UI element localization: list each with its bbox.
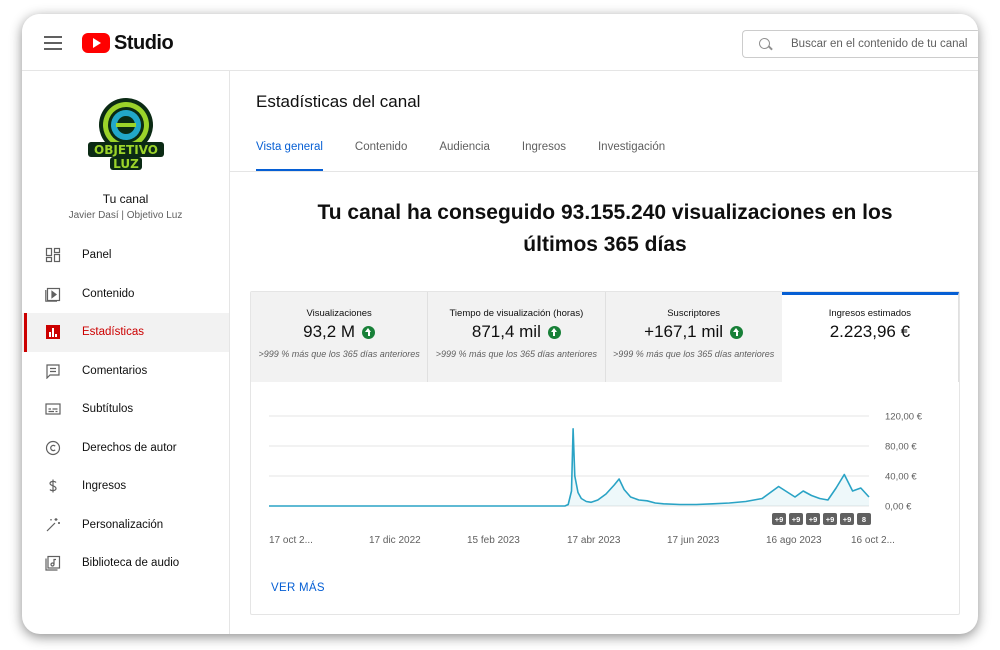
metric-label: Ingresos estimados <box>828 308 912 319</box>
copyright-icon <box>45 440 61 456</box>
content-icon <box>45 286 61 302</box>
metric-tab-visualizaciones[interactable]: Visualizaciones 93,2 M >999 % más que lo… <box>251 292 429 382</box>
sidebar-item-personalizacion[interactable]: Personalización <box>22 506 229 545</box>
dollar-icon <box>45 478 61 494</box>
metric-comparison: >999 % más que los 365 días anteriores <box>258 349 420 359</box>
magic-wand-icon <box>45 517 61 533</box>
x-tick-label: 16 ago 2023 <box>766 535 822 546</box>
revenue-line-chart[interactable]: 120,00 € 80,00 € 40,00 € 0,00 € 17 oct 2... 1… <box>269 400 949 570</box>
app-window: Studio OBJETIVO LUZ Tu canal Javier Dasí… <box>22 14 978 634</box>
sidebar-item-panel[interactable]: Panel <box>22 236 229 275</box>
tab-investigacion[interactable]: Investigación <box>598 141 665 171</box>
metric-value: 93,2 M <box>303 322 356 341</box>
metric-label: Suscriptores <box>667 308 721 319</box>
y-tick-label: 0,00 € <box>885 502 912 513</box>
x-tick-label: 16 oct 2... <box>851 535 895 546</box>
sidebar-item-contenido[interactable]: Contenido <box>22 275 229 314</box>
event-marker-label: +9 <box>775 515 784 524</box>
y-tick-label: 120,00 € <box>885 412 923 423</box>
avatar-text-line2: LUZ <box>113 157 139 171</box>
dashboard-icon <box>45 247 61 263</box>
main-content: Estadísticas del canal Vista general Con… <box>230 71 978 634</box>
sidebar-item-label: Ingresos <box>82 480 127 493</box>
event-marker-label: +9 <box>843 515 852 524</box>
series-area <box>269 428 869 506</box>
sidebar-item-label: Panel <box>82 249 112 262</box>
menu-icon[interactable] <box>44 36 62 50</box>
y-tick-label: 40,00 € <box>885 472 917 483</box>
search-icon[interactable] <box>759 38 771 50</box>
metric-value: +167,1 mil <box>644 322 724 341</box>
analytics-card: Visualizaciones 93,2 M >999 % más que lo… <box>250 291 960 615</box>
metric-comparison: >999 % más que los 365 días anteriores <box>612 349 775 359</box>
channel-subtitle: Javier Dasí | Objetivo Luz <box>68 210 183 221</box>
metric-tabs: Visualizaciones 93,2 M >999 % más que lo… <box>251 292 959 382</box>
x-tick-label: 17 jun 2023 <box>667 535 720 546</box>
metric-value: 2.223,96 € <box>829 322 911 341</box>
sidebar-item-label: Contenido <box>82 287 135 300</box>
metric-value-row: 2.223,96 € <box>782 322 958 342</box>
sidebar-item-biblioteca-de-audio[interactable]: Biblioteca de audio <box>22 544 229 583</box>
search-input[interactable] <box>789 37 978 51</box>
youtube-studio-logo[interactable]: Studio <box>82 31 174 54</box>
page-title: Estadísticas del canal <box>256 92 421 111</box>
channel-title[interactable]: Tu canal <box>22 192 229 206</box>
metric-comparison: >999 % más que los 365 días anteriores <box>435 349 598 359</box>
metric-tab-suscriptores[interactable]: Suscriptores +167,1 mil >999 % más que l… <box>605 292 782 382</box>
sidebar-item-label: Personalización <box>82 518 164 531</box>
summary-headline: Tu canal ha conseguido 93.155.240 visual… <box>317 201 893 256</box>
search-box[interactable] <box>742 30 978 58</box>
metric-value: 871,4 mil <box>471 322 541 341</box>
youtube-play-icon <box>82 33 110 53</box>
metric-value-row: +167,1 mil <box>606 322 782 342</box>
comments-icon <box>45 363 61 379</box>
tabs-divider <box>230 171 978 172</box>
sidebar-item-comentarios[interactable]: Comentarios <box>22 352 229 391</box>
event-marker-label: 8 <box>862 515 866 524</box>
sidebar-item-subtitulos[interactable]: Subtítulos <box>22 390 229 429</box>
y-tick-label: 80,00 € <box>885 442 917 453</box>
sidebar: OBJETIVO LUZ Tu canal Javier Dasí | Obje… <box>22 71 230 634</box>
analytics-icon <box>45 324 61 340</box>
see-more-link[interactable]: VER MÁS <box>271 582 325 594</box>
sidebar-item-derechos-de-autor[interactable]: Derechos de autor <box>22 429 229 468</box>
sidebar-item-estadisticas[interactable]: Estadísticas <box>22 313 229 352</box>
logo-text: Studio <box>114 31 174 54</box>
tab-bar: Vista general Contenido Audiencia Ingres… <box>256 141 697 171</box>
tab-audiencia[interactable]: Audiencia <box>439 141 490 171</box>
sidebar-nav: Panel Contenido Estadísticas Comentarios <box>22 236 229 583</box>
channel-avatar[interactable]: OBJETIVO LUZ <box>86 95 166 173</box>
tab-ingresos[interactable]: Ingresos <box>522 141 566 171</box>
x-tick-label: 17 abr 2023 <box>567 535 621 546</box>
trend-up-icon <box>362 325 376 339</box>
sidebar-item-label: Comentarios <box>82 364 148 377</box>
event-marker-label: +9 <box>826 515 835 524</box>
sidebar-item-label: Biblioteca de audio <box>82 557 180 570</box>
metric-tab-tiempo-visualizacion[interactable]: Tiempo de visualización (horas) 871,4 mi… <box>428 292 606 382</box>
event-marker-label: +9 <box>792 515 801 524</box>
x-tick-label: 15 feb 2023 <box>467 535 520 546</box>
audio-library-icon <box>45 555 61 571</box>
x-tick-label: 17 oct 2... <box>269 535 313 546</box>
sidebar-item-label: Subtítulos <box>82 403 134 416</box>
x-tick-label: 17 dic 2022 <box>369 535 421 546</box>
tab-contenido[interactable]: Contenido <box>355 141 407 171</box>
metric-label: Tiempo de visualización (horas) <box>449 308 584 319</box>
sidebar-item-label: Derechos de autor <box>82 441 177 454</box>
sidebar-item-label: Estadísticas <box>82 326 144 339</box>
event-marker-label: +9 <box>809 515 818 524</box>
metric-value-row: 93,2 M <box>251 322 427 342</box>
subtitles-icon <box>45 401 61 417</box>
metric-value-row: 871,4 mil <box>428 322 604 342</box>
tab-vista-general[interactable]: Vista general <box>256 141 323 171</box>
trend-up-icon <box>730 325 744 339</box>
metric-tab-ingresos-estimados[interactable]: Ingresos estimados 2.223,96 € <box>781 292 959 382</box>
trend-up-icon <box>547 325 561 339</box>
top-bar: Studio <box>22 14 978 71</box>
avatar-text-line1: OBJETIVO <box>94 143 158 157</box>
sidebar-item-ingresos[interactable]: Ingresos <box>22 467 229 506</box>
metric-label: Visualizaciones <box>306 308 372 319</box>
